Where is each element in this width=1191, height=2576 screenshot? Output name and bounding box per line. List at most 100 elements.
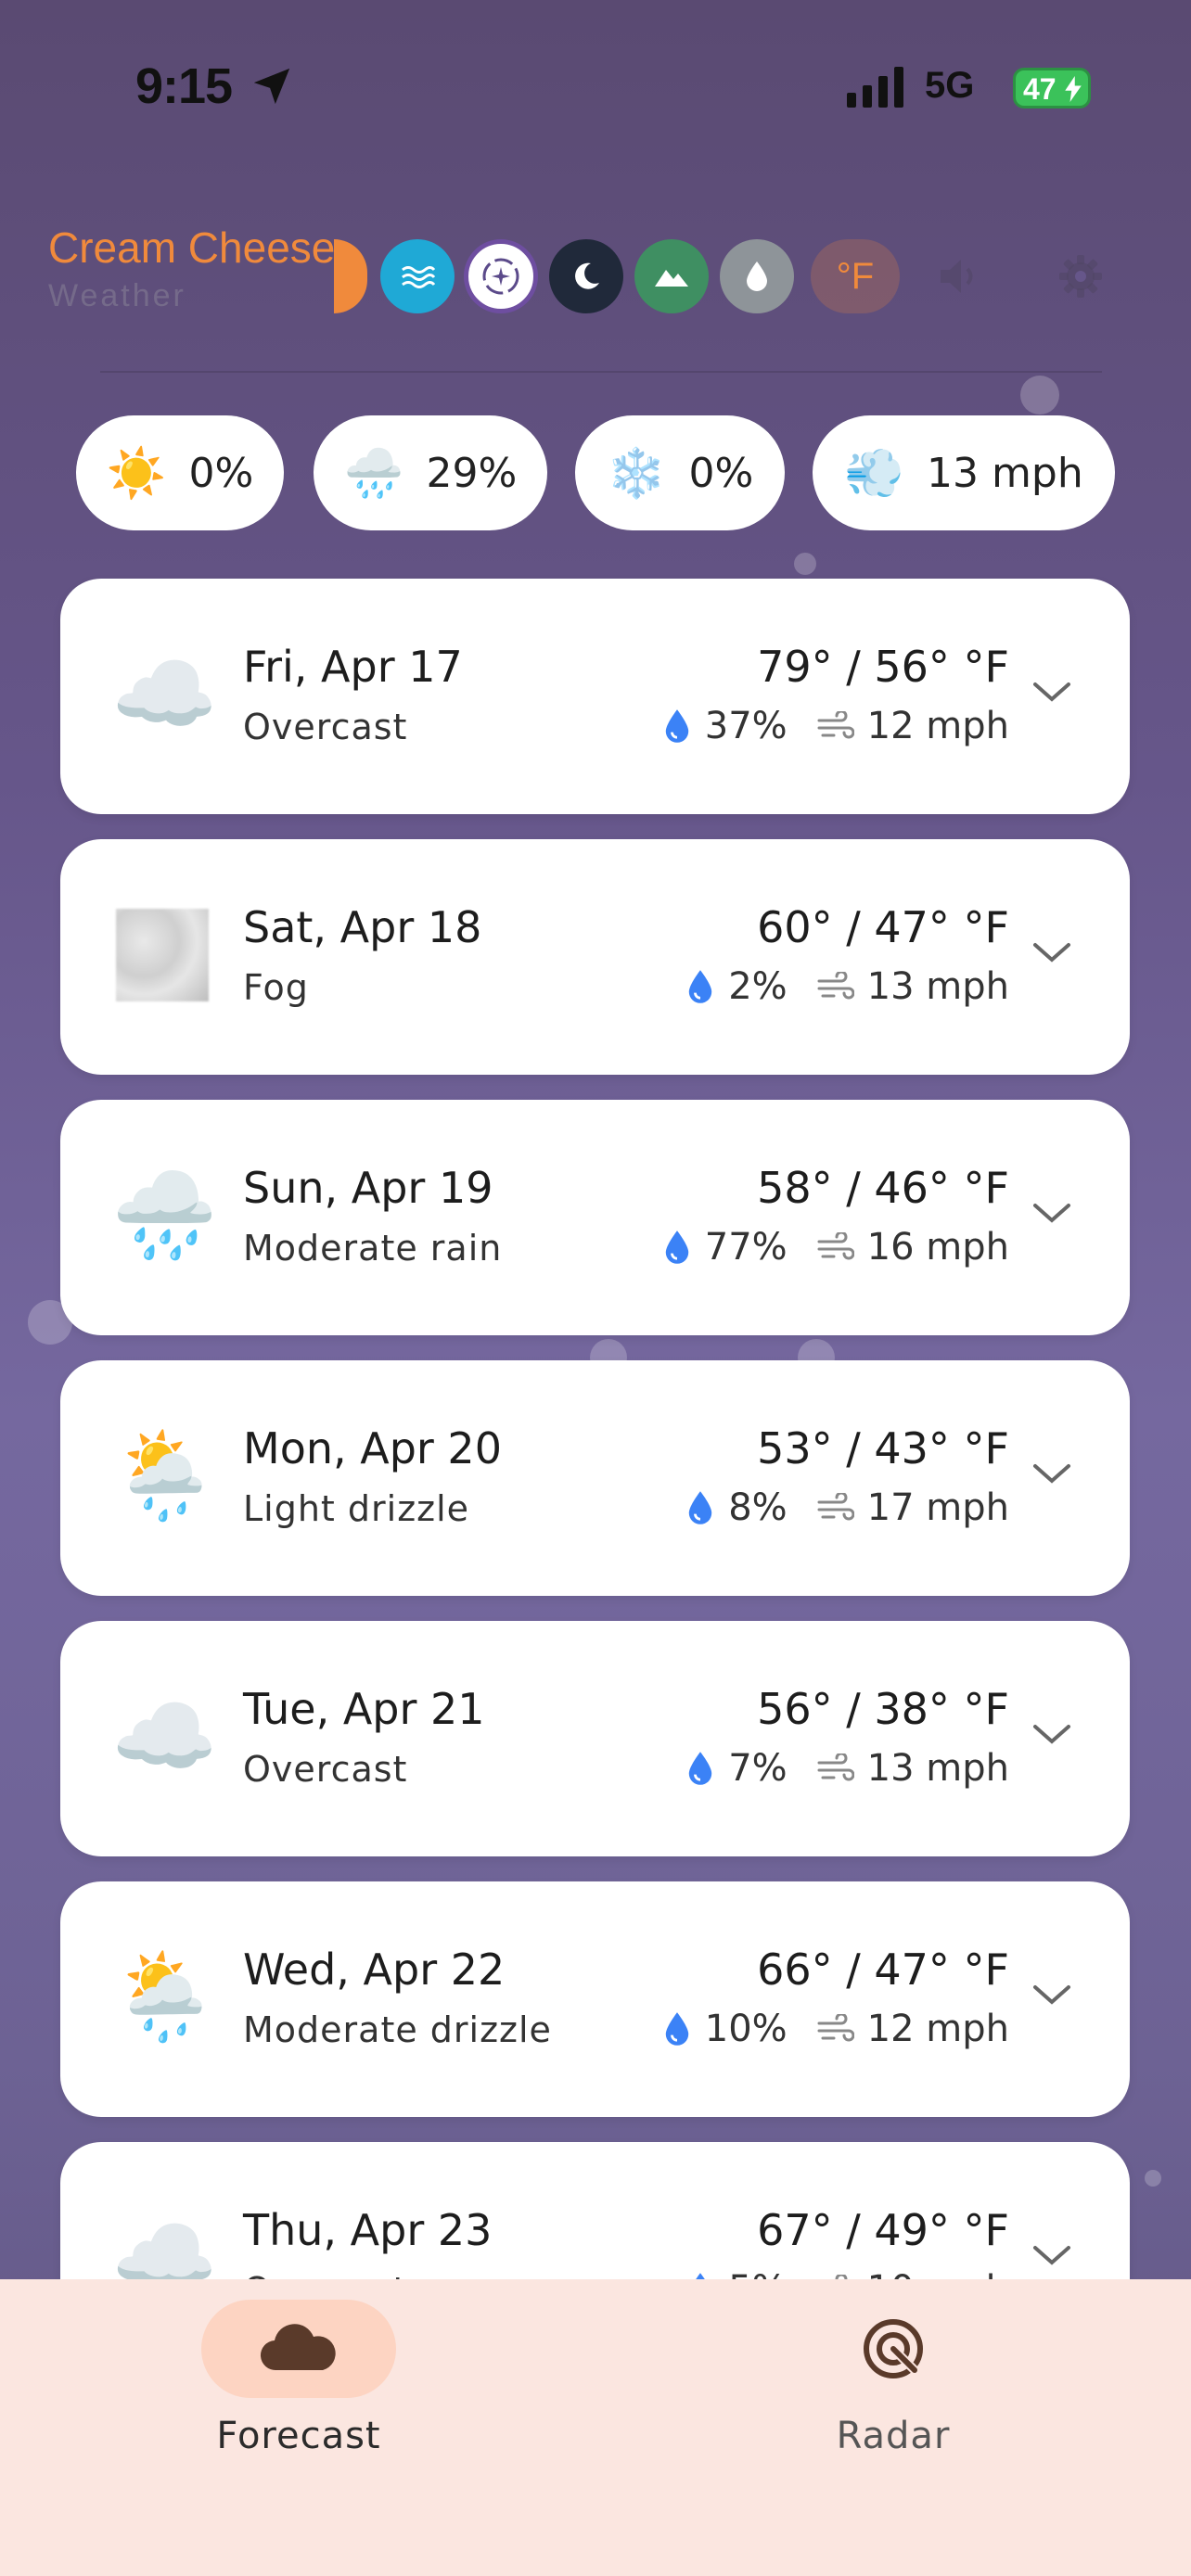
wind-icon: 💨 <box>844 445 905 502</box>
battery-indicator: 47 <box>1013 68 1091 108</box>
precip-value: 2% <box>728 965 788 1008</box>
unit-label: °F <box>836 255 875 297</box>
snow-chance-chip: ❄️ 0% <box>575 415 785 530</box>
cellular-signal-icon <box>847 67 903 108</box>
forecast-condition: Light drizzle <box>243 1488 470 1529</box>
forecast-condition: Moderate drizzle <box>243 2009 552 2050</box>
rain-chance-chip: 🌧️ 29% <box>314 415 547 530</box>
wind-value: 12 mph <box>866 2008 1009 2050</box>
wind-lines-icon <box>817 2014 854 2042</box>
status-time: 9:15 <box>135 58 233 114</box>
forecast-details: 2% 13 mph <box>685 965 1009 1008</box>
water-drop-icon <box>747 261 767 291</box>
forecast-date: Wed, Apr 22 <box>243 1945 506 1995</box>
precip-value: 37% <box>704 705 788 747</box>
wind-value: 17 mph <box>866 1486 1009 1529</box>
precip-value: 7% <box>728 1747 788 1790</box>
sun-chance-chip: ☀️ 0% <box>76 415 284 530</box>
precip-drop-icon <box>688 970 712 1003</box>
wind-value: 12 mph <box>866 705 1009 747</box>
precip-drop-icon <box>665 1231 688 1264</box>
sun-rain-cloud-icon: 🌦️ <box>111 1426 218 1525</box>
snowflake-icon: ❄️ <box>606 445 667 502</box>
chevron-down-icon[interactable] <box>1031 1200 1072 1226</box>
fog-icon <box>111 904 213 1006</box>
forecast-temperatures: 56° / 38° °F <box>757 1684 1009 1734</box>
background-bubble <box>1020 376 1059 414</box>
forecast-day-card[interactable]: Sat, Apr 18 Fog 60° / 47° °F 2% 13 mph <box>60 839 1130 1075</box>
mountain-icon <box>655 270 688 287</box>
unit-toggle-button[interactable]: °F <box>811 239 900 313</box>
chevron-down-icon[interactable] <box>1031 679 1072 705</box>
waves-icon <box>402 266 436 288</box>
bottom-navigation: Forecast Radar <box>0 2279 1191 2576</box>
night-mode-button[interactable] <box>549 239 623 313</box>
settings-button[interactable] <box>1044 239 1118 313</box>
background-bubble <box>1145 2170 1161 2187</box>
forecast-condition: Overcast <box>243 1749 408 1790</box>
sparkle-refresh-icon <box>482 258 519 295</box>
radar-icon <box>864 2319 923 2378</box>
chevron-down-icon[interactable] <box>1031 2242 1072 2268</box>
precip-value: 8% <box>728 1486 788 1529</box>
forecast-condition: Fog <box>243 967 309 1008</box>
forecast-temperatures: 67° / 49° °F <box>757 2205 1009 2255</box>
forecast-temperatures: 79° / 56° °F <box>757 642 1009 692</box>
nav-forecast-label: Forecast <box>216 2415 381 2457</box>
sun-icon: ☀️ <box>106 445 167 502</box>
forecast-day-card[interactable]: 🌦️ Mon, Apr 20 Light drizzle 53° / 43° °… <box>60 1360 1130 1596</box>
forecast-details: 37% 12 mph <box>662 705 1009 747</box>
wind-lines-icon <box>817 711 854 739</box>
wind-lines-icon <box>817 1493 854 1521</box>
header-toolbar: °F <box>0 239 1191 313</box>
precip-drop-icon <box>688 1752 712 1785</box>
waves-button[interactable] <box>380 239 455 313</box>
forecast-details: 10% 12 mph <box>662 2008 1009 2050</box>
chip-value: 29% <box>426 449 518 497</box>
moon-icon <box>575 262 599 289</box>
chevron-down-icon[interactable] <box>1031 1982 1072 2008</box>
forecast-temperatures: 60° / 47° °F <box>757 902 1009 952</box>
precip-value: 10% <box>704 2008 788 2050</box>
battery-level: 47 <box>1023 72 1057 106</box>
status-bar: 9:15 5G 47 <box>0 0 1191 176</box>
precip-drop-icon <box>665 709 688 743</box>
precip-value: 77% <box>704 1226 788 1269</box>
nav-forecast-pill <box>201 2300 396 2398</box>
forecast-details: 8% 17 mph <box>685 1486 1009 1529</box>
terrain-button[interactable] <box>634 239 709 313</box>
nav-forecast[interactable]: Forecast <box>113 2300 484 2457</box>
nav-radar-label: Radar <box>836 2415 951 2457</box>
refresh-button[interactable] <box>464 239 538 313</box>
forecast-date: Sat, Apr 18 <box>243 902 482 952</box>
nav-radar[interactable]: Radar <box>708 2300 1079 2457</box>
sound-button[interactable] <box>923 239 997 313</box>
header-divider <box>100 371 1102 373</box>
wind-lines-icon <box>817 1232 854 1260</box>
forecast-day-card[interactable]: ☁️ Tue, Apr 21 Overcast 56° / 38° °F 7% … <box>60 1621 1130 1856</box>
forecast-date: Mon, Apr 20 <box>243 1423 502 1473</box>
chevron-down-icon[interactable] <box>1031 1721 1072 1747</box>
rain-cloud-icon: 🌧️ <box>343 445 404 502</box>
wind-value: 13 mph <box>866 1747 1009 1790</box>
forecast-day-card[interactable]: 🌦️ Wed, Apr 22 Moderate drizzle 66° / 47… <box>60 1881 1130 2117</box>
forecast-details: 7% 13 mph <box>685 1747 1009 1790</box>
precip-drop-icon <box>688 1491 712 1524</box>
charging-bolt-icon <box>1065 76 1082 102</box>
network-type: 5G <box>925 65 975 106</box>
forecast-day-card[interactable]: ☁️ Fri, Apr 17 Overcast 79° / 56° °F 37%… <box>60 579 1130 814</box>
chevron-down-icon[interactable] <box>1031 1460 1072 1486</box>
forecast-date: Sun, Apr 19 <box>243 1163 493 1213</box>
partial-theme-button[interactable] <box>334 239 367 313</box>
precip-drop-icon <box>665 2012 688 2046</box>
overcast-icon: ☁️ <box>111 644 218 744</box>
forecast-day-card[interactable]: 🌧️ Sun, Apr 19 Moderate rain 58° / 46° °… <box>60 1100 1130 1335</box>
cloud-icon <box>260 2324 336 2371</box>
forecast-temperatures: 53° / 43° °F <box>757 1423 1009 1473</box>
chip-value: 13 mph <box>927 449 1083 497</box>
chevron-down-icon[interactable] <box>1031 939 1072 965</box>
forecast-date: Thu, Apr 23 <box>243 2205 493 2255</box>
forecast-temperatures: 58° / 46° °F <box>757 1163 1009 1213</box>
chip-value: 0% <box>188 449 254 497</box>
humidity-button[interactable] <box>720 239 794 313</box>
